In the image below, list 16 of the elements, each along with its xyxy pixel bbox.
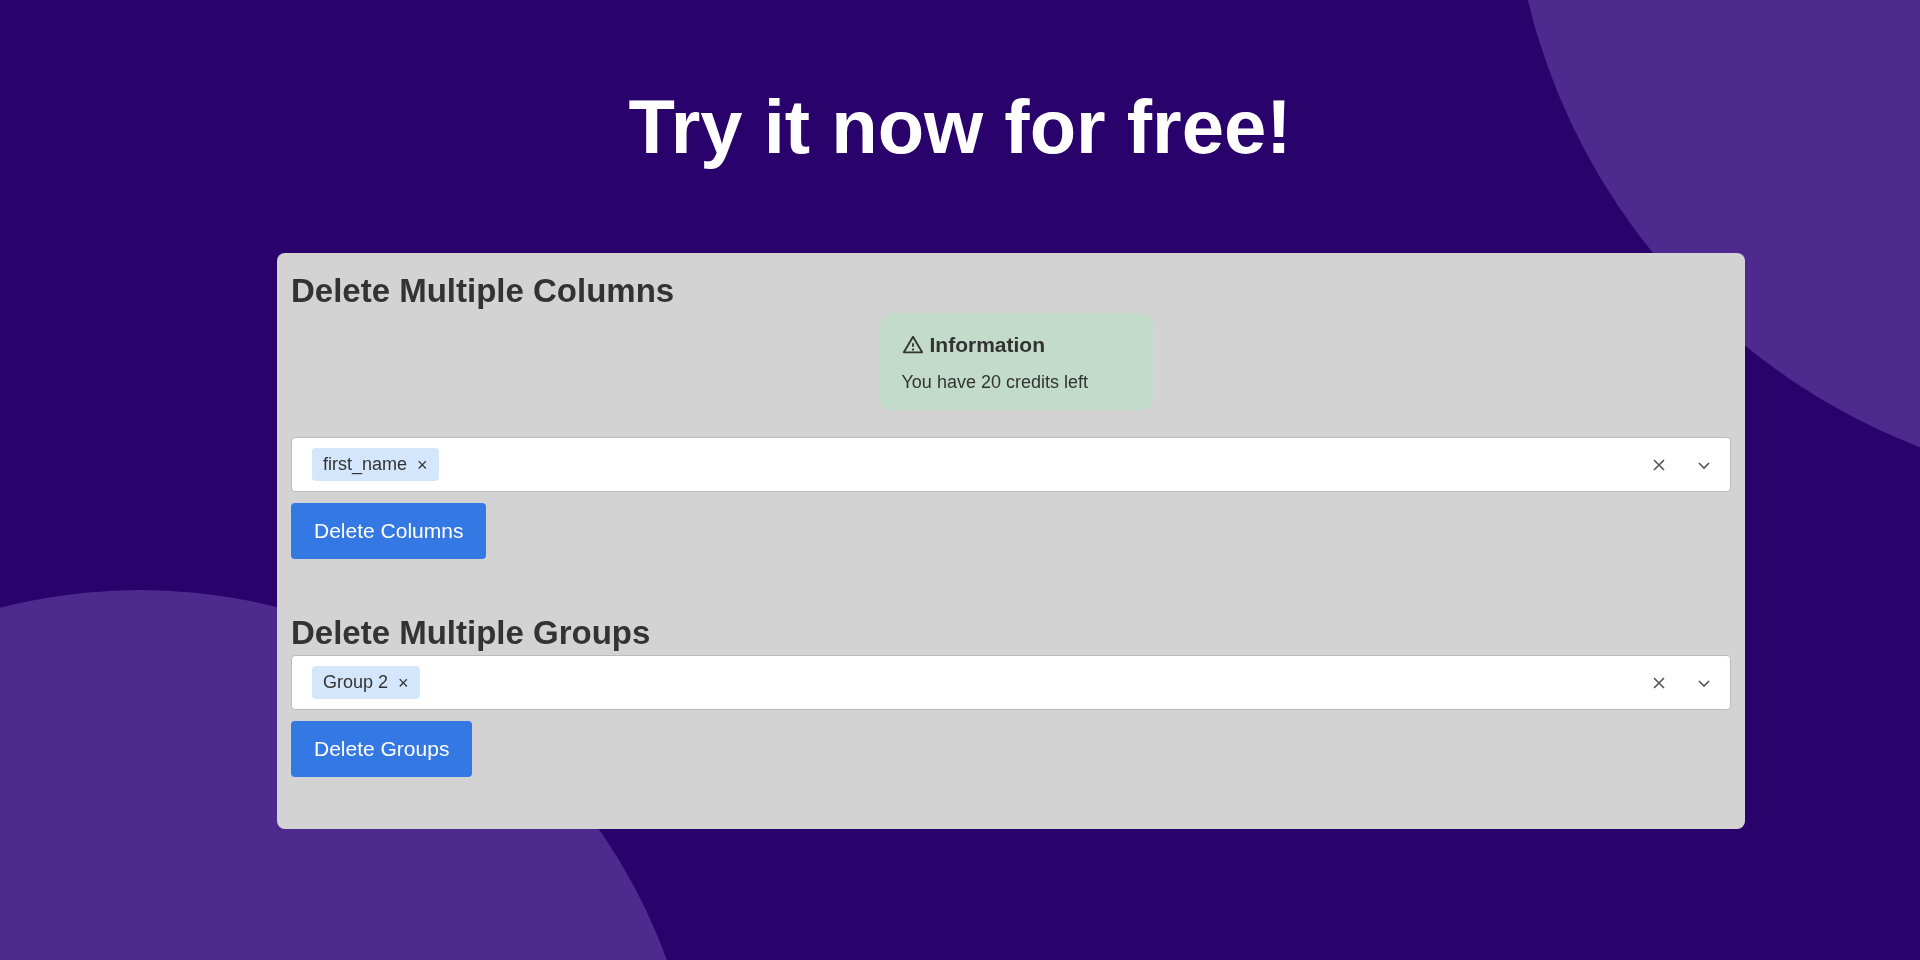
remove-tag-button[interactable]: × bbox=[398, 673, 409, 692]
delete-button[interactable]: Delete Columns bbox=[291, 503, 487, 559]
info-text: You have 20 credits left bbox=[901, 370, 1089, 394]
clear-icon[interactable] bbox=[1651, 674, 1667, 691]
tag-label: Group 2 bbox=[323, 671, 389, 694]
tag-label: first_name bbox=[323, 453, 408, 477]
section-heading: Delete Multiple Columns bbox=[291, 271, 676, 311]
multi-select[interactable]: first_name × bbox=[291, 437, 1731, 492]
multi-select[interactable]: Group 2 × bbox=[291, 655, 1731, 710]
headline: Try it now for free! bbox=[628, 84, 1292, 170]
warning-icon bbox=[901, 333, 924, 356]
section-heading: Delete Multiple Groups bbox=[291, 613, 652, 653]
info-title: Information bbox=[929, 332, 1045, 358]
remove-tag-button[interactable]: × bbox=[417, 455, 428, 474]
clear-icon[interactable] bbox=[1651, 456, 1667, 473]
delete-button[interactable]: Delete Groups bbox=[291, 721, 473, 777]
